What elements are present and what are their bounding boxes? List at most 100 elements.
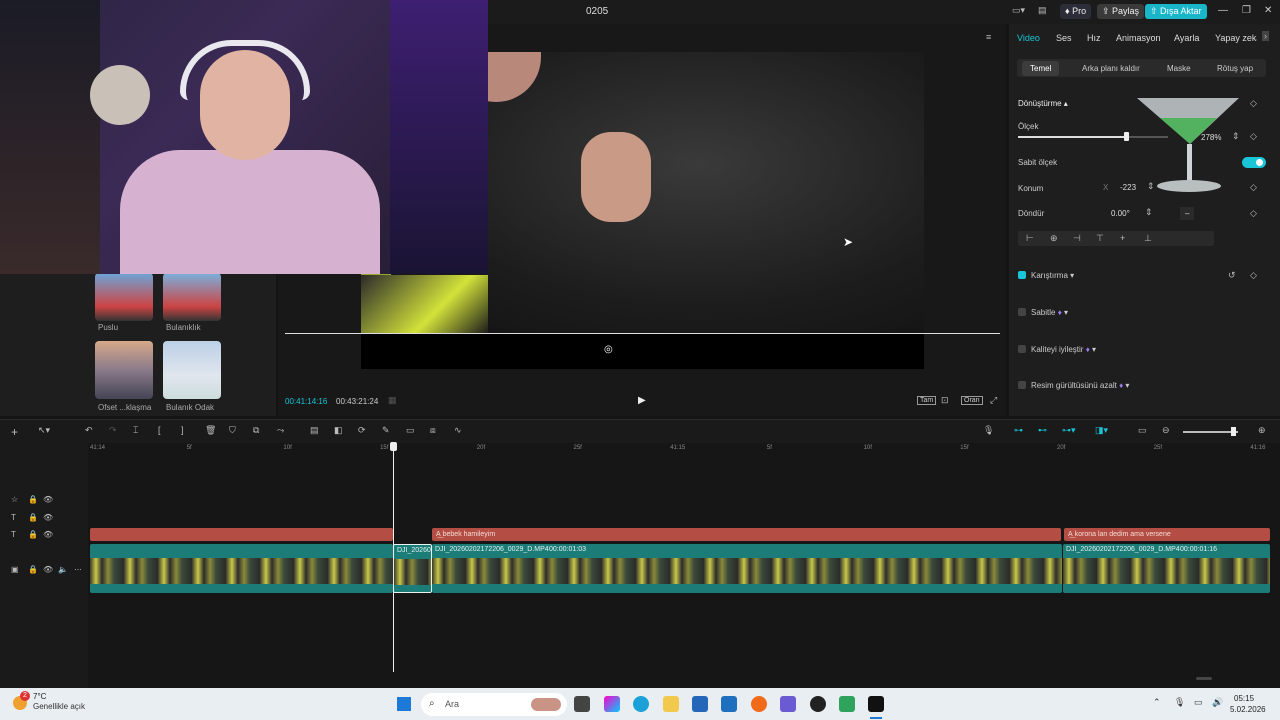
transition-icon[interactable]: ⤳ — [277, 425, 284, 436]
video-clip[interactable]: DJI_20260202172206_0029_D.MP4 00:00:01:1… — [1063, 544, 1270, 593]
network-icon[interactable]: ▭ — [1194, 697, 1203, 708]
stabilize-heading[interactable]: Sabitle ♦ ▾ — [1031, 308, 1068, 317]
text-clip[interactable]: A͟ korona lan dedim ama versene — [1064, 528, 1270, 541]
eye-icon[interactable]: 👁 — [43, 513, 53, 522]
effect-thumb-bulaniklik[interactable] — [163, 273, 221, 321]
scale-slider-knob[interactable] — [1124, 132, 1129, 141]
eye-icon[interactable]: 👁 — [43, 495, 53, 504]
split-icon[interactable]: ⌶ — [133, 425, 138, 436]
uniform-scale-toggle[interactable] — [1242, 157, 1266, 168]
chevron-right-icon[interactable]: › — [1262, 31, 1269, 41]
more-icon[interactable]: ⋯ — [74, 565, 82, 574]
text-clip[interactable] — [90, 528, 393, 541]
rotate-reset-button[interactable]: – — [1180, 207, 1195, 220]
magnet-icon[interactable]: ⊶ — [1014, 425, 1023, 436]
share-button[interactable]: ⇪ Paylaş — [1097, 4, 1145, 19]
select-tool-icon[interactable]: ↖▾ — [38, 425, 50, 436]
timeline-scrollbar[interactable] — [1196, 677, 1212, 680]
keyframe-icon[interactable]: ◇ — [1250, 131, 1257, 142]
volume-icon[interactable]: 🔊 — [1212, 697, 1223, 708]
firefox-icon[interactable] — [751, 696, 767, 712]
mute-icon[interactable]: 🔈 — [58, 565, 68, 574]
video-clip[interactable]: DJI_20260202172206_0029_D.MP4 00:00:01:0… — [432, 544, 1062, 593]
maximize-icon[interactable]: ❐ — [1242, 5, 1251, 16]
enhance-heading[interactable]: Kaliteyi iyileştir ♦ ▾ — [1031, 345, 1096, 354]
fullscreen-icon[interactable]: ⤢ — [990, 395, 997, 406]
stepper-icon[interactable]: ⇕ — [1147, 181, 1155, 192]
outlook-icon[interactable] — [721, 696, 737, 712]
snap-icon[interactable]: ◨▾ — [1095, 425, 1108, 436]
trim-right-icon[interactable]: ] — [181, 425, 184, 435]
transform-heading[interactable]: Dönüştürme ▴ — [1018, 99, 1068, 108]
rotate-icon[interactable]: ⟳ — [358, 425, 366, 436]
clock-date[interactable]: 5.02.2026 — [1230, 705, 1266, 714]
subtab-retouch[interactable]: Rötuş yap — [1217, 64, 1253, 73]
scale-value[interactable]: 278% — [1201, 131, 1221, 144]
caption-icon[interactable]: ▭ — [406, 425, 415, 436]
notes-icon[interactable] — [839, 696, 855, 712]
undo-icon[interactable]: ↶ — [85, 425, 93, 436]
video-clip[interactable] — [90, 544, 393, 593]
tab-speed[interactable]: Hız — [1087, 33, 1101, 43]
marker-icon[interactable]: ⛉ — [229, 425, 236, 436]
freeze-icon[interactable]: ▤ — [310, 425, 319, 436]
blend-heading[interactable]: Karıştırma ▾ — [1031, 271, 1074, 280]
shortcut-icon[interactable]: ▤ — [1038, 5, 1047, 16]
eye-icon[interactable]: 👁 — [43, 530, 53, 539]
playhead[interactable] — [393, 443, 394, 672]
copilot-icon[interactable] — [604, 696, 620, 712]
align-top-icon[interactable]: ⊤ — [1096, 233, 1104, 244]
add-icon[interactable]: + — [11, 425, 18, 439]
taskbar-search[interactable]: ⌕ Ara — [421, 693, 567, 716]
align-middle-icon[interactable]: + — [1120, 233, 1125, 243]
capcut-icon[interactable] — [868, 696, 884, 712]
align-left-icon[interactable]: ⊢ — [1026, 233, 1034, 244]
lock-icon[interactable]: 🔒 — [28, 495, 38, 504]
subtab-basic[interactable]: Temel — [1022, 61, 1060, 76]
rotate-input[interactable]: 0.00° — [1111, 207, 1130, 220]
subtab-mask[interactable]: Maske — [1167, 64, 1191, 73]
enhance-checkbox[interactable] — [1018, 345, 1026, 353]
explorer-icon[interactable] — [663, 696, 679, 712]
effect-thumb-bulanik-odak[interactable] — [163, 341, 221, 399]
position-x-input[interactable]: -223 — [1120, 181, 1136, 194]
align-center-icon[interactable]: ⊕ — [1050, 233, 1058, 244]
tray-mic-icon[interactable]: 🎙 — [1174, 697, 1185, 708]
denoise-checkbox[interactable] — [1018, 381, 1026, 389]
edge-icon[interactable] — [633, 696, 649, 712]
tab-audio[interactable]: Ses — [1056, 33, 1072, 43]
rotate-handle-icon[interactable]: ◎ — [604, 344, 613, 355]
reset-icon[interactable]: ↺ — [1228, 270, 1236, 281]
tab-ai[interactable]: Yapay zekâ — [1215, 33, 1257, 43]
playhead-handle[interactable] — [390, 442, 397, 451]
keyframe-icon[interactable]: ◇ — [1250, 208, 1257, 219]
pro-button[interactable]: ♦ Pro — [1060, 4, 1092, 19]
keyframe-icon[interactable]: ◇ — [1250, 98, 1257, 109]
play-icon[interactable]: ▶ — [638, 395, 646, 406]
lock-icon[interactable]: 🔒 — [28, 565, 38, 574]
lock-icon[interactable]: 🔒 — [28, 530, 38, 539]
menu-icon[interactable]: ≡ — [986, 32, 991, 42]
stabilize-checkbox[interactable] — [1018, 308, 1026, 316]
magic-icon[interactable]: ✎ — [382, 425, 390, 436]
crop-icon[interactable]: ⧉ — [253, 425, 259, 436]
minimize-icon[interactable]: — — [1218, 5, 1228, 16]
effect-thumb-ofset[interactable] — [95, 341, 153, 399]
align-right-icon[interactable]: ⊣ — [1073, 233, 1081, 244]
trim-left-icon[interactable]: [ — [158, 425, 161, 435]
store-icon[interactable] — [692, 696, 708, 712]
snapshot-icon[interactable]: ⊡ — [941, 395, 949, 406]
eye-icon[interactable]: 👁 — [43, 565, 53, 574]
mic-icon[interactable]: 🎙 — [983, 425, 994, 436]
keyframe-icon[interactable]: ◇ — [1250, 270, 1257, 281]
zoom-in-icon[interactable]: ⊕ — [1258, 425, 1266, 436]
link-icon[interactable]: ⊷ — [1038, 425, 1047, 436]
zoom-out-icon[interactable]: ⊖ — [1162, 425, 1170, 436]
stepper-icon[interactable]: ⇕ — [1145, 207, 1153, 218]
stepper-icon[interactable]: ⇕ — [1232, 131, 1240, 142]
audio-wave-icon[interactable]: ∿ — [454, 425, 462, 436]
subtitle-icon[interactable]: ▭ — [1138, 425, 1147, 436]
effect-thumb-puslu[interactable] — [95, 273, 153, 321]
align-bottom-icon[interactable]: ⊥ — [1144, 233, 1152, 244]
export-frame-icon[interactable]: ⧈ — [430, 425, 436, 436]
